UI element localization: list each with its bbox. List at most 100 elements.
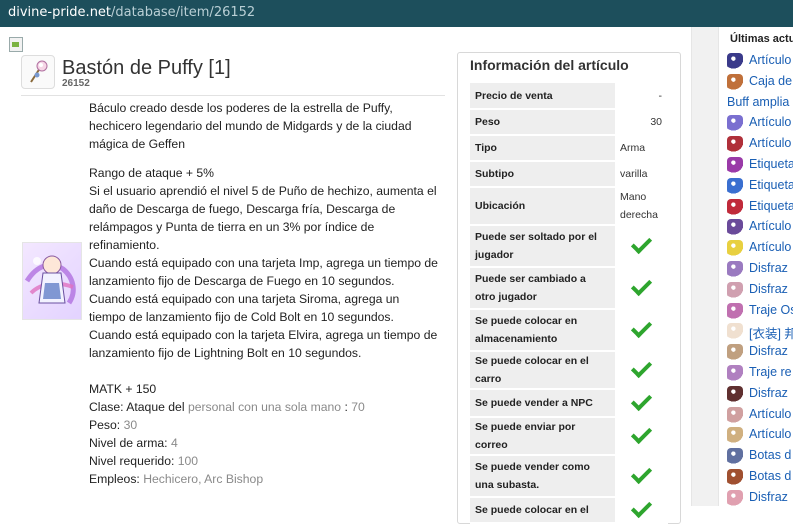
item-thumbnail-icon	[727, 53, 743, 69]
item-thumbnail-icon	[727, 489, 743, 506]
property-label: Se puede vender a NPC	[470, 389, 615, 418]
check-icon	[630, 389, 652, 412]
weapon-level-value: 4	[170, 436, 178, 450]
latest-update-label[interactable]: Disfraz	[749, 344, 788, 358]
latest-update-label[interactable]: [衣装] 邦	[749, 323, 793, 342]
latest-update-label[interactable]: Artículo	[749, 53, 791, 67]
required-level-value: 100	[177, 454, 199, 468]
weight-line: Peso: 30	[89, 416, 439, 434]
item-name: Bastón de Puffy [1]	[62, 57, 231, 79]
description-intro: Báculo creado desde los poderes de la es…	[89, 101, 412, 151]
item-id: 26152	[62, 78, 90, 89]
address-host: divine-pride.net	[8, 5, 112, 20]
property-label: Se puede enviar por correo	[470, 417, 615, 456]
check-icon	[630, 274, 652, 297]
item-thumbnail-icon	[727, 156, 743, 173]
item-thumbnail-icon	[727, 427, 743, 444]
latest-update-label[interactable]: Botas d	[749, 448, 791, 462]
weight-label: Peso:	[89, 418, 121, 432]
weapon-level-label: Nivel de arma:	[89, 436, 168, 450]
latest-update-label[interactable]: Disfraz	[749, 386, 788, 400]
item-info-panel: Información del artículo Precio de venta…	[457, 52, 681, 524]
class-link[interactable]: personal con una sola mano	[188, 400, 341, 414]
latest-update-label[interactable]: Disfraz	[749, 490, 788, 504]
latest-update-label[interactable]: Botas d	[749, 469, 791, 483]
property-value	[615, 417, 668, 456]
latest-update-label[interactable]: Artículo	[749, 115, 791, 129]
item-thumbnail-icon	[727, 406, 743, 423]
property-value	[615, 455, 668, 498]
item-thumbnail-icon	[727, 260, 743, 277]
class-sep: :	[344, 400, 348, 414]
property-row: Se puede enviar por correo	[470, 417, 668, 456]
latest-update-label[interactable]: Etiqueta	[749, 199, 793, 213]
latest-update-label[interactable]: Traje Os	[749, 303, 793, 317]
weight-value: 30	[123, 418, 138, 432]
check-icon	[630, 422, 652, 445]
property-label: Precio de venta	[470, 83, 615, 110]
class-value: Ataque del	[126, 400, 185, 414]
item-combos: Cuando está equipado con una tarjeta Imp…	[89, 254, 439, 362]
property-value	[615, 389, 668, 418]
item-thumbnail-icon	[727, 115, 743, 132]
property-label: Se puede colocar en el carro	[470, 351, 615, 390]
latest-updates-title: Últimas actu	[730, 33, 793, 45]
latest-update-label[interactable]: Artículo	[749, 240, 791, 254]
latest-update-label[interactable]: Buff amplia	[727, 95, 789, 109]
broken-image-icon	[9, 37, 23, 52]
property-row: Puede ser cambiado a otro jugador	[470, 267, 668, 310]
latest-update-label[interactable]: Disfraz	[749, 261, 788, 275]
check-icon	[630, 356, 652, 379]
item-thumbnail-icon	[727, 385, 743, 402]
property-row: Ubicación Mano derecha	[470, 187, 668, 226]
class-label: Clase:	[89, 400, 124, 414]
item-thumbnail-icon	[727, 448, 743, 465]
latest-update-label[interactable]: Traje re	[749, 365, 792, 379]
effect-line: Si el usuario aprendió el nivel 5 de Puñ…	[89, 184, 437, 252]
required-level-line: Nivel requerido: 100	[89, 452, 439, 470]
layout-divider	[691, 27, 719, 506]
property-value: varilla	[615, 161, 668, 188]
property-label: Se puede colocar en almacenamiento	[470, 309, 615, 352]
property-row: Se puede colocar en almacenamiento	[470, 309, 668, 352]
property-label: Se puede colocar en el	[470, 497, 615, 524]
property-label: Puede ser cambiado a otro jugador	[470, 267, 615, 310]
address-url[interactable]: divine-pride.net/database/item/26152	[8, 5, 255, 20]
check-icon	[630, 316, 652, 339]
latest-update-label[interactable]: Artículo	[749, 427, 791, 441]
weapon-level-line: Nivel de arma: 4	[89, 434, 439, 452]
item-thumbnail-icon	[727, 219, 743, 236]
property-row: Se puede colocar en el	[470, 496, 668, 524]
card-illustration	[24, 255, 76, 305]
jobs-label: Empleos:	[89, 472, 140, 486]
combo-line: Cuando está equipado con la tarjeta Elvi…	[89, 328, 438, 360]
item-thumbnail-icon	[727, 73, 743, 90]
latest-update-label[interactable]: Etiqueta	[749, 178, 793, 192]
check-icon	[630, 462, 652, 485]
latest-update-label[interactable]: Caja de	[749, 74, 792, 88]
property-row: Se puede vender a NPC	[470, 389, 668, 418]
info-panel-title: Información del artículo	[470, 57, 629, 73]
property-row: Se puede vender como una subasta.	[470, 455, 668, 498]
property-value	[615, 309, 668, 352]
property-value	[615, 267, 668, 310]
class-line: Clase: Ataque del personal con una sola …	[89, 398, 439, 416]
combo-line: Cuando está equipado con una tarjeta Sir…	[89, 292, 400, 324]
property-label: Subtipo	[470, 161, 615, 188]
latest-update-label[interactable]: Artículo	[749, 136, 791, 150]
item-thumbnail-icon	[727, 281, 743, 298]
latest-update-label[interactable]: Etiqueta	[749, 157, 793, 171]
latest-update-label[interactable]: Disfraz	[749, 282, 788, 296]
check-icon	[630, 496, 652, 519]
item-thumbnail-icon	[727, 177, 743, 194]
staff-icon	[30, 60, 48, 83]
latest-update-label[interactable]: Artículo	[749, 407, 791, 421]
item-thumbnail-icon	[727, 364, 743, 381]
property-label: Peso	[470, 109, 615, 136]
address-bar[interactable]: divine-pride.net/database/item/26152	[0, 0, 793, 27]
item-card-image	[22, 242, 82, 320]
item-header: Bastón de Puffy [1] 26152	[21, 55, 445, 96]
item-description: Báculo creado desde los poderes de la es…	[89, 99, 439, 153]
latest-update-label[interactable]: Artículo	[749, 219, 791, 233]
item-thumbnail-icon	[727, 240, 743, 257]
